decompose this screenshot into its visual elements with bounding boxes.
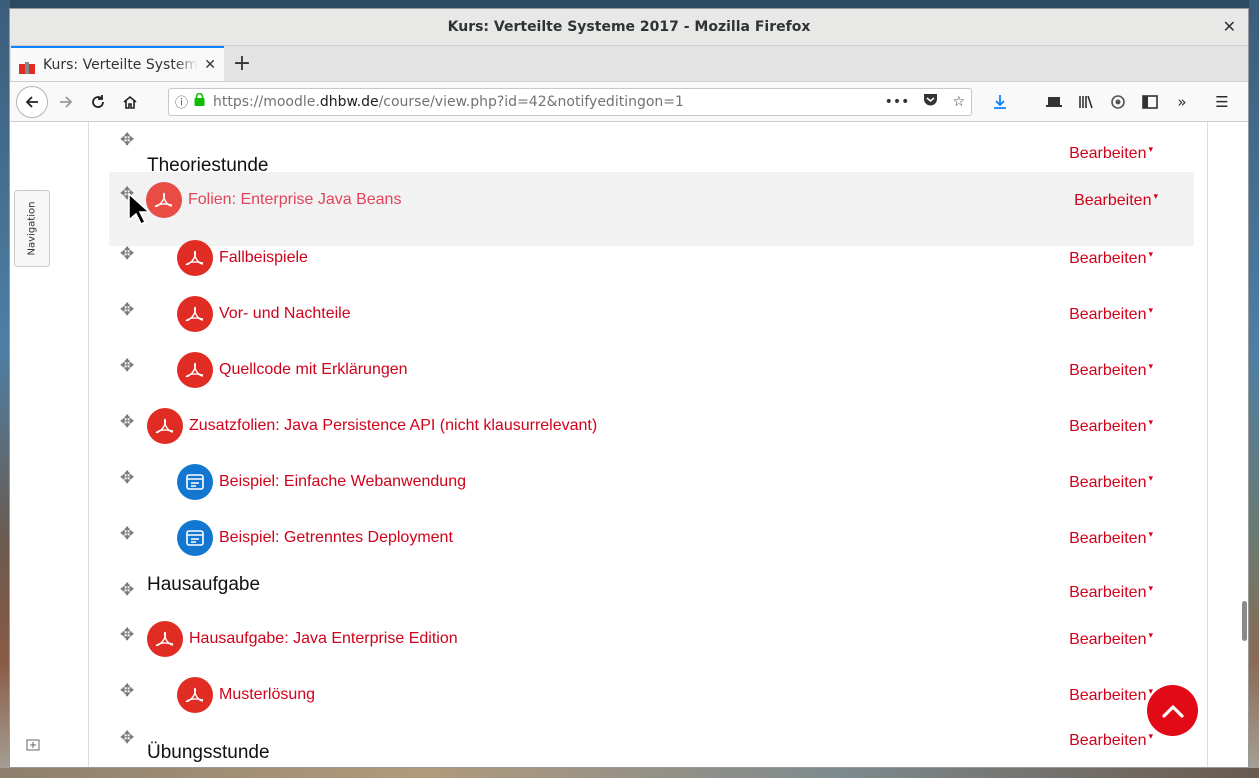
desktop-background-right — [1249, 0, 1259, 778]
extension-icon[interactable] — [1102, 86, 1134, 118]
pdf-icon — [177, 240, 213, 276]
lock-icon[interactable] — [194, 92, 205, 110]
activity-item[interactable]: Vor- und Nachteile — [177, 296, 351, 332]
activity-item[interactable]: Hausaufgabe: Java Enterprise Edition — [147, 621, 458, 657]
activity-item[interactable]: Beispiel: Einfache Webanwendung — [177, 464, 466, 500]
edit-menu-button[interactable]: Bearbeiten — [1069, 418, 1153, 436]
navigation-drawer-label: Navigation — [26, 201, 38, 256]
section-title: Übungsstunde — [147, 742, 270, 763]
move-icon[interactable]: ✥ — [120, 300, 134, 320]
pdf-icon — [147, 408, 183, 444]
pdf-icon — [147, 621, 183, 657]
section-title: Theoriestunde — [147, 155, 269, 176]
edit-menu-button[interactable]: Bearbeiten — [1069, 306, 1153, 324]
reload-icon[interactable] — [82, 86, 114, 118]
move-icon[interactable]: ✥ — [120, 468, 134, 488]
tab-course[interactable]: Kurs: Verteilte Systeme 2017 ✕ — [11, 46, 224, 81]
tab-label: Kurs: Verteilte Systeme 2017 — [43, 56, 199, 73]
pdf-icon — [177, 352, 213, 388]
sync-icon[interactable] — [1038, 86, 1070, 118]
pdf-icon — [146, 182, 182, 218]
activity-link[interactable]: Beispiel: Einfache Webanwendung — [219, 473, 466, 491]
activity-link[interactable]: Beispiel: Getrenntes Deployment — [219, 529, 453, 547]
window-close-button[interactable]: ✕ — [1223, 17, 1236, 36]
tab-strip: Kurs: Verteilte Systeme 2017 ✕ + — [10, 46, 1248, 82]
edit-menu-button[interactable]: Bearbeiten — [1069, 474, 1153, 492]
home-icon[interactable] — [114, 86, 146, 118]
move-icon[interactable]: ✥ — [120, 580, 134, 600]
download-icon[interactable] — [984, 86, 1016, 118]
activity-item[interactable]: Folien: Enterprise Java Beans — [146, 182, 401, 218]
move-icon[interactable]: ✥ — [120, 356, 134, 376]
move-icon[interactable]: ✥ — [120, 625, 134, 645]
desktop-background-bottom — [0, 768, 1259, 778]
new-tab-button[interactable]: + — [224, 46, 260, 81]
move-icon[interactable]: ✥ — [120, 681, 134, 701]
page-actions-icon[interactable]: ••• — [885, 94, 910, 110]
activity-item[interactable]: Zusatzfolien: Java Persistence API (nich… — [147, 408, 597, 444]
edit-menu-button[interactable]: Bearbeiten — [1074, 192, 1158, 210]
forward-icon[interactable] — [50, 86, 82, 118]
move-icon[interactable]: ✥ — [120, 728, 134, 748]
activity-link[interactable]: Quellcode mit Erklärungen — [219, 361, 408, 379]
activity-item[interactable]: Musterlösung — [177, 677, 315, 713]
activity-item[interactable]: Beispiel: Getrenntes Deployment — [177, 520, 453, 556]
edit-menu-button[interactable]: Bearbeiten — [1069, 145, 1153, 163]
activity-link[interactable]: Folien: Enterprise Java Beans — [188, 191, 401, 209]
url-text[interactable]: https://moodle.dhbw.de/course/view.php?i… — [213, 94, 871, 110]
web-page-icon — [177, 520, 213, 556]
edit-menu-button[interactable]: Bearbeiten — [1069, 631, 1153, 649]
navigation-drawer-toggle[interactable]: Navigation — [14, 190, 50, 267]
edit-menu-button[interactable]: Bearbeiten — [1069, 530, 1153, 548]
navigation-toolbar: ⓘ https://moodle.dhbw.de/course/view.php… — [10, 82, 1248, 122]
scrollbar-thumb[interactable] — [1242, 601, 1247, 641]
section-title: Hausaufgabe — [147, 574, 261, 595]
page-scrollbar[interactable] — [1238, 122, 1248, 767]
sidebar-icon[interactable] — [1134, 86, 1166, 118]
activity-link[interactable]: Vor- und Nachteile — [219, 305, 351, 323]
move-icon[interactable]: ✥ — [120, 524, 134, 544]
edit-menu-button[interactable]: Bearbeiten — [1069, 687, 1153, 705]
edit-menu-button[interactable]: Bearbeiten — [1069, 362, 1153, 380]
tab-close-button[interactable]: ✕ — [204, 57, 216, 73]
activity-link[interactable]: Zusatzfolien: Java Persistence API (nich… — [189, 417, 597, 435]
activity-item[interactable]: Quellcode mit Erklärungen — [177, 352, 408, 388]
info-icon[interactable]: ⓘ — [175, 92, 188, 111]
mouse-cursor-icon — [128, 192, 151, 229]
library-icon[interactable] — [1070, 86, 1102, 118]
pdf-icon — [177, 296, 213, 332]
firefox-window: Kurs: Verteilte Systeme 2017 - Mozilla F… — [9, 8, 1249, 768]
bookmark-star-icon[interactable]: ☆ — [952, 94, 965, 110]
course-page: ✥ Theoriestunde Bearbeiten ✥ Folien: Ent… — [88, 122, 1208, 767]
overflow-icon[interactable]: » — [1166, 86, 1198, 118]
edit-menu-button[interactable]: Bearbeiten — [1069, 584, 1153, 602]
back-to-top-button[interactable] — [1147, 685, 1198, 736]
edit-menu-button[interactable]: Bearbeiten — [1069, 732, 1153, 750]
title-bar: Kurs: Verteilte Systeme 2017 - Mozilla F… — [10, 9, 1248, 46]
move-icon[interactable]: ✥ — [120, 130, 134, 150]
pocket-icon[interactable] — [923, 93, 938, 111]
activity-link[interactable]: Fallbeispiele — [219, 249, 308, 267]
address-bar[interactable]: ⓘ https://moodle.dhbw.de/course/view.php… — [168, 87, 972, 116]
window-title: Kurs: Verteilte Systeme 2017 - Mozilla F… — [447, 19, 811, 35]
menu-icon[interactable]: ☰ — [1206, 86, 1238, 118]
activity-item[interactable]: Fallbeispiele — [177, 240, 308, 276]
page-content: Navigation ✥ Theoriestunde Bearbeiten ✥ … — [10, 122, 1248, 767]
edit-menu-button[interactable]: Bearbeiten — [1069, 250, 1153, 268]
activity-link[interactable]: Musterlösung — [219, 686, 315, 704]
move-icon[interactable]: ✥ — [120, 412, 134, 432]
activity-link[interactable]: Hausaufgabe: Java Enterprise Edition — [189, 630, 458, 648]
moodle-favicon-icon — [19, 59, 35, 74]
dock-icon[interactable] — [26, 739, 40, 754]
move-icon[interactable]: ✥ — [120, 244, 134, 264]
web-page-icon — [177, 464, 213, 500]
back-icon[interactable] — [16, 85, 48, 118]
pdf-icon — [177, 677, 213, 713]
